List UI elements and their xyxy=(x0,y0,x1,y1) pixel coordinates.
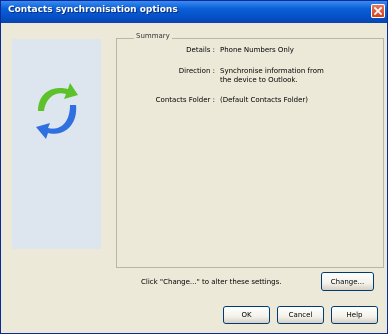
title-bar[interactable]: Contacts synchronisation options xyxy=(1,1,387,23)
help-button-label: Help xyxy=(346,311,363,319)
dialog-window: Contacts synchronisation options Summary… xyxy=(0,0,388,334)
ok-button[interactable]: OK xyxy=(223,306,270,324)
ok-button-label: OK xyxy=(241,311,252,319)
contacts-folder-label: Contacts Folder : xyxy=(155,96,215,104)
side-image-panel xyxy=(12,39,101,249)
help-button[interactable]: Help xyxy=(331,306,378,324)
direction-value-line2: the device to Outlook. xyxy=(220,76,298,84)
details-label: Details : xyxy=(186,46,215,54)
contacts-folder-value: (Default Contacts Folder) xyxy=(220,96,309,104)
cancel-button-label: Cancel xyxy=(288,311,313,319)
details-value: Phone Numbers Only xyxy=(220,46,294,54)
direction-value-line1: Synchronise information from xyxy=(220,67,324,75)
change-hint-text: Click "Change..." to alter these setting… xyxy=(141,278,282,286)
cancel-button[interactable]: Cancel xyxy=(277,306,324,324)
sync-logo-icon xyxy=(36,83,78,139)
change-button[interactable]: Change... xyxy=(321,272,374,291)
close-icon xyxy=(374,7,382,15)
close-button[interactable] xyxy=(371,4,385,18)
summary-legend: Summary xyxy=(134,32,172,40)
change-button-label: Change... xyxy=(330,277,365,286)
window-title: Contacts synchronisation options xyxy=(8,5,178,15)
direction-label: Direction : xyxy=(178,67,215,75)
